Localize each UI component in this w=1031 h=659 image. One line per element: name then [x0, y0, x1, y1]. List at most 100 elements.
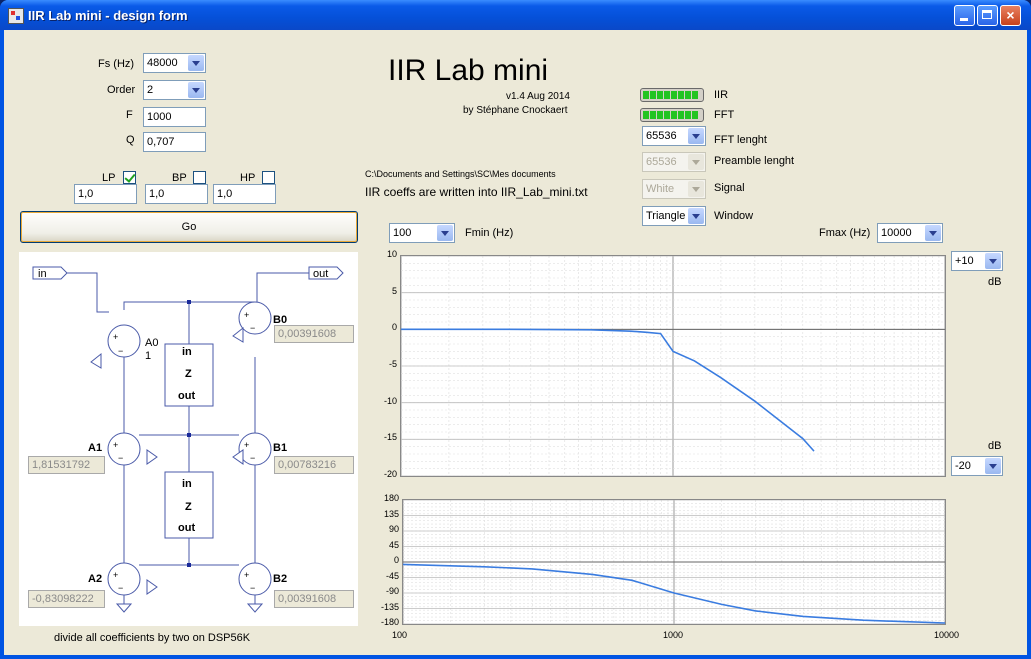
app-author: by Stéphane Cnockaert [463, 105, 568, 116]
magnitude-plot[interactable] [400, 255, 946, 477]
chevron-down-icon[interactable] [188, 82, 204, 98]
a2-value-field: -0,83098222 [28, 590, 105, 608]
b1-label: B1 [273, 442, 288, 454]
iir-led-indicator [640, 88, 704, 102]
schem-in-tag: in [38, 268, 47, 280]
minimize-icon [960, 18, 968, 21]
signal-label: Signal [714, 182, 745, 194]
title-bar[interactable]: IIR Lab mini - design form × [0, 0, 1031, 30]
fmax-label: Fmax (Hz) [819, 227, 871, 239]
db-min-select[interactable]: -20 [951, 456, 1003, 476]
phase-x-tick-label: 1000 [663, 630, 684, 640]
z1-in-label: in [182, 346, 192, 358]
fft-length-label: FFT lenght [714, 134, 767, 146]
b1-value-field: 0,00783216 [274, 456, 354, 474]
phase-x-tick-label: 10000 [934, 630, 960, 640]
z2-in-label: in [182, 478, 192, 490]
chevron-down-icon [688, 181, 704, 197]
chevron-down-icon[interactable] [688, 128, 704, 144]
minimize-button[interactable] [954, 5, 975, 26]
order-label: Order [107, 84, 136, 96]
db-min-unit: dB [988, 440, 1002, 452]
a0-label: A0 [145, 337, 159, 349]
fs-label: Fs (Hz) [98, 58, 135, 70]
magnitude-y-tick-label: -5 [388, 359, 397, 369]
lp-checkbox[interactable] [123, 171, 136, 184]
go-button[interactable]: Go [20, 211, 358, 243]
app-window: IIR Lab mini - design form × Fs (Hz) 480… [0, 0, 1031, 659]
bp-checkbox[interactable] [193, 171, 206, 184]
magnitude-y-tick-label: 0 [391, 322, 397, 333]
output-message: IIR coeffs are written into IIR_Lab_mini… [365, 185, 588, 199]
iir-schematic-diagram [19, 252, 358, 626]
fft-length-select[interactable]: 65536 [642, 126, 706, 146]
fft-length-value: 65536 [646, 130, 677, 142]
z2-out-label: out [178, 522, 196, 534]
fmin-value: 100 [393, 227, 412, 239]
phase-y-tick-label: -45 [385, 570, 399, 581]
f-input[interactable]: 1000 [143, 107, 206, 127]
b0-value-field: 0,00391608 [274, 325, 354, 343]
fmin-select[interactable]: 100 [389, 223, 455, 243]
window-label: Window [714, 210, 754, 222]
order-select[interactable]: 2 [143, 80, 206, 100]
fft-led-indicator [640, 108, 704, 122]
z1-out-label: out [178, 390, 196, 402]
a1-plus-sign: + [113, 440, 119, 450]
chevron-down-icon[interactable] [188, 55, 204, 71]
close-button[interactable]: × [1000, 5, 1021, 26]
bp-gain-input[interactable]: 1,0 [145, 184, 208, 204]
preamble-length-select: 65536 [642, 152, 706, 172]
preamble-length-label: Preamble lenght [714, 155, 795, 167]
fs-select[interactable]: 48000 [143, 53, 206, 73]
schem-out-tag: out [313, 268, 329, 280]
q-input[interactable]: 0,707 [143, 132, 206, 152]
chevron-down-icon[interactable] [437, 225, 453, 241]
signal-select: White [642, 179, 706, 199]
fmax-select[interactable]: 10000 [877, 223, 943, 243]
phase-y-tick-label: -135 [380, 601, 399, 612]
a1-minus-sign: − [118, 453, 124, 463]
chevron-down-icon [688, 154, 704, 170]
fft-indicator-label: FFT [714, 109, 735, 121]
app-icon[interactable] [8, 8, 24, 24]
lp-gain-input[interactable]: 1,0 [74, 184, 137, 204]
chevron-down-icon[interactable] [688, 208, 704, 224]
footnote: divide all coefficients by two on DSP56K [54, 632, 251, 644]
magnitude-series-line [401, 328, 815, 452]
phase-plot[interactable] [402, 499, 946, 625]
z1-z-label: Z [185, 368, 192, 380]
hp-checkbox[interactable] [262, 171, 275, 184]
maximize-button[interactable] [977, 5, 998, 26]
signal-value: White [646, 183, 675, 195]
b0-minus-sign: − [250, 323, 256, 333]
lp-label: LP [102, 172, 116, 184]
chevron-down-icon[interactable] [985, 458, 1001, 474]
maximize-icon [982, 10, 992, 19]
phase-y-tick-label: -90 [385, 586, 399, 596]
fs-select-value: 48000 [147, 57, 178, 69]
close-icon: × [1006, 7, 1015, 23]
b2-plus-sign: + [244, 570, 250, 580]
z2-z-label: Z [185, 501, 192, 513]
order-select-value: 2 [147, 84, 154, 96]
magnitude-y-tick-label: 10 [386, 249, 397, 259]
db-max-select[interactable]: +10 [951, 251, 1003, 271]
hp-label: HP [240, 172, 256, 184]
magnitude-y-tick-label: 5 [391, 285, 397, 296]
a0-plus-sign: + [113, 332, 119, 342]
b2-label: B2 [273, 573, 288, 585]
phase-y-tick-label: -180 [380, 617, 399, 627]
a1-value-field: 1,81531792 [28, 456, 105, 474]
db-min-value: -20 [955, 460, 971, 472]
window-value: Triangle [646, 210, 686, 222]
phase-y-tick-label: 135 [383, 508, 399, 519]
chevron-down-icon[interactable] [985, 253, 1001, 269]
fmax-value: 10000 [881, 227, 912, 239]
hp-gain-input[interactable]: 1,0 [213, 184, 276, 204]
output-path: C:\Documents and Settings\SC\Mes documen… [365, 169, 556, 179]
window-select[interactable]: Triangle [642, 206, 706, 226]
chevron-down-icon[interactable] [925, 225, 941, 241]
app-version: v1.4 Aug 2014 [506, 91, 570, 102]
window-title: IIR Lab mini - design form [28, 8, 188, 23]
